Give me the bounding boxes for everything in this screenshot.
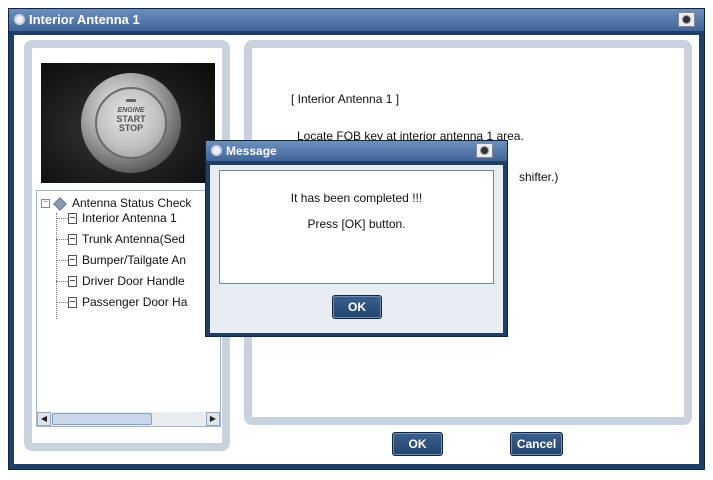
message-line-2: Press [OK] button.	[307, 217, 406, 231]
globe-icon	[14, 14, 25, 25]
photo-label-stop: STOP	[118, 123, 144, 133]
globe-icon	[211, 145, 222, 156]
tree-item-label: Passenger Door Ha	[82, 295, 188, 309]
instruction-title: [ Interior Antenna 1 ]	[291, 92, 400, 106]
message-titlebar: Message	[206, 141, 507, 161]
tree-root-label: Antenna Status Check	[72, 196, 192, 210]
tree-item-label: Driver Door Handle	[82, 274, 185, 288]
tree-item-trunk-antenna[interactable]: Trunk Antenna(Sed	[56, 232, 185, 246]
tree-root[interactable]: − Antenna Status Check	[41, 196, 192, 211]
message-title: Message	[226, 144, 277, 158]
camera-icon[interactable]	[678, 12, 695, 27]
left-panel: ENGINE START STOP − Antenna Status Check …	[24, 40, 230, 451]
document-icon	[68, 255, 77, 267]
horizontal-scrollbar[interactable]: ◀ ▶	[37, 412, 220, 426]
message-text-box: It has been completed !!! Press [OK] but…	[219, 170, 494, 284]
tree-item-label: Interior Antenna 1	[82, 211, 177, 225]
arrow-right-icon[interactable]: ▶	[206, 412, 220, 426]
tree-item-interior-antenna-1[interactable]: Interior Antenna 1	[56, 211, 177, 225]
tree-item-bumper-tailgate[interactable]: Bumper/Tailgate An	[56, 253, 186, 267]
cancel-button[interactable]: Cancel	[510, 432, 563, 456]
message-dialog: Message It has been completed !!! Press …	[205, 140, 508, 337]
tree-item-passenger-door-handle[interactable]: Passenger Door Ha	[56, 295, 187, 309]
message-line-1: It has been completed !!!	[290, 191, 423, 205]
document-icon	[68, 297, 77, 309]
document-icon	[68, 234, 77, 246]
document-icon	[68, 276, 77, 288]
ok-button[interactable]: OK	[392, 432, 443, 456]
scrollbar-thumb[interactable]	[52, 413, 152, 425]
antenna-tree[interactable]: − Antenna Status Check Interior Antenna 1…	[36, 190, 221, 427]
arrow-left-icon[interactable]: ◀	[37, 412, 51, 426]
collapse-icon[interactable]: −	[41, 199, 50, 209]
message-ok-button[interactable]: OK	[332, 295, 382, 319]
instruction-line-2: shifter.)	[519, 170, 559, 184]
tree-item-label: Bumper/Tailgate An	[82, 253, 187, 267]
document-icon	[68, 213, 77, 225]
camera-icon[interactable]	[476, 143, 493, 158]
left-panel-inner: ENGINE START STOP − Antenna Status Check …	[32, 48, 222, 443]
tree-item-label: Trunk Antenna(Sed	[82, 232, 185, 246]
engine-start-stop-photo: ENGINE START STOP	[41, 63, 215, 183]
window-title: Interior Antenna 1	[29, 12, 140, 27]
tree-item-driver-door-handle[interactable]: Driver Door Handle	[56, 274, 185, 288]
diamond-icon	[53, 197, 67, 211]
message-body: It has been completed !!! Press [OK] but…	[210, 165, 503, 333]
window-titlebar: Interior Antenna 1	[9, 9, 704, 31]
